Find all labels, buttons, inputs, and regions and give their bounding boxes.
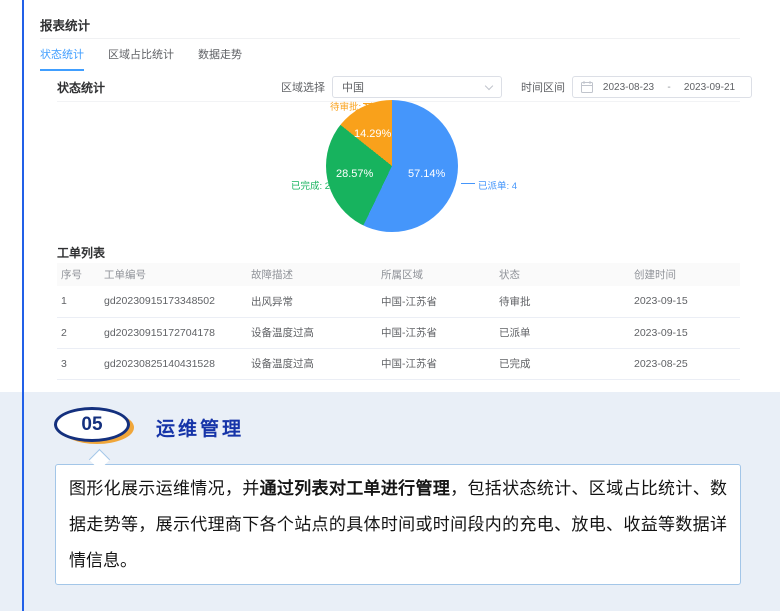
table-row: 2 gd20230915172704178 设备温度过高 中国-江苏省 已派单 … [57,317,740,348]
calendar-icon [581,81,593,93]
left-accent-line [22,0,24,611]
region-select-group: 区域选择 中国 [281,76,502,98]
section-number-badge: 05 [54,407,130,442]
divider [40,38,740,39]
cell-region: 中国-江苏省 [377,286,495,317]
date-separator: - [662,82,676,93]
col-header-status: 状态 [495,263,630,286]
pie-leader-line [330,183,344,184]
tab-data-trend[interactable]: 数据走势 [198,46,242,71]
tab-region-proportion[interactable]: 区域占比统计 [108,46,174,71]
cell-region: 中国-江苏省 [377,348,495,379]
cell-fault: 设备温度过高 [247,348,377,379]
page-title: 报表统计 [40,15,90,34]
cell-fault: 出风异常 [247,286,377,317]
time-range-group: 时间区间 2023-08-23 - 2023-09-21 [521,76,752,98]
pie-leader-line [461,183,475,184]
col-header-fault: 故障描述 [247,263,377,286]
pie-percent-dispatched: 57.14% [408,168,445,180]
date-start[interactable]: 2023-08-23 [595,82,662,93]
pie-label-completed: 已完成: 2 [291,178,330,192]
pie-label-dispatched: 已派单: 4 [478,178,517,192]
cell-status: 待审批 [495,286,630,317]
description-text: 图形化展示运维情况，并通过列表对工单进行管理，包括状态统计、区域占比统计、数据走… [69,471,727,579]
col-header-region: 所属区域 [377,263,495,286]
cell-order-id: gd20230915173348502 [100,286,247,317]
cell-region: 中国-江苏省 [377,317,495,348]
col-header-created: 创建时间 [630,263,740,286]
work-order-table: 序号 工单编号 故障描述 所属区域 状态 创建时间 1 gd2023091517… [57,263,740,380]
cell-index: 3 [57,348,100,379]
table-header-row: 序号 工单编号 故障描述 所属区域 状态 创建时间 [57,263,740,286]
col-header-order-id: 工单编号 [100,263,247,286]
cell-status: 已派单 [495,317,630,348]
chevron-down-icon [485,81,493,89]
worklist-title: 工单列表 [57,244,105,261]
cell-fault: 设备温度过高 [247,317,377,348]
section-title: 运维管理 [156,414,244,441]
cell-created: 2023-09-15 [630,317,740,348]
pie-percent-completed: 28.57% [336,168,373,180]
cell-created: 2023-09-15 [630,286,740,317]
report-tabs: 状态统计 区域占比统计 数据走势 [40,46,242,71]
region-select-label: 区域选择 [281,79,325,95]
date-range-picker[interactable]: 2023-08-23 - 2023-09-21 [572,76,752,98]
cell-index: 2 [57,317,100,348]
table-row: 3 gd20230825140431528 设备温度过高 中国-江苏省 已完成 … [57,348,740,379]
tab-status-statistics[interactable]: 状态统计 [40,46,84,71]
cell-order-id: gd20230825140431528 [100,348,247,379]
page: 报表统计 状态统计 区域占比统计 数据走势 状态统计 区域选择 中国 时间区间 … [0,0,780,611]
region-select[interactable]: 中国 [332,76,502,98]
status-pie-chart[interactable] [326,100,458,232]
pie-percent-pending: 14.29% [354,128,391,140]
cell-status: 已完成 [495,348,630,379]
cell-order-id: gd20230915172704178 [100,317,247,348]
time-range-label: 时间区间 [521,79,565,95]
cell-created: 2023-08-25 [630,348,740,379]
table-row: 1 gd20230915173348502 出风异常 中国-江苏省 待审批 20… [57,286,740,317]
cell-index: 1 [57,286,100,317]
date-end[interactable]: 2023-09-21 [676,82,743,93]
region-select-value: 中国 [342,79,364,95]
col-header-index: 序号 [57,263,100,286]
panel-title: 状态统计 [57,79,105,96]
pie-label-pending: 待审批: 1 [330,99,369,113]
description-box: 图形化展示运维情况，并通过列表对工单进行管理，包括状态统计、区域占比统计、数据走… [55,464,741,585]
description-bold-text: 通过列表对工单进行管理 [260,479,451,498]
